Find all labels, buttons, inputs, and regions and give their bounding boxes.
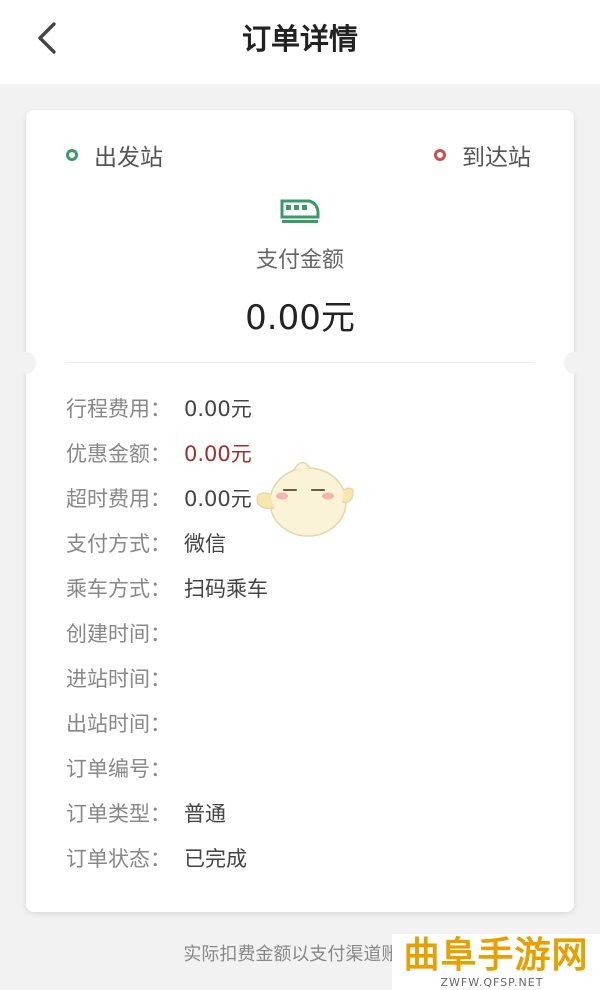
detail-row-payment-method: 支付方式： 微信: [66, 526, 226, 560]
trip-fee-value: 0.00元: [184, 397, 252, 421]
departure-station: 出发站: [66, 140, 163, 171]
train-icon: [280, 199, 320, 223]
discount-label: 优惠金额：: [66, 442, 171, 466]
detail-row-order-type: 订单类型： 普通: [66, 796, 226, 830]
payment-amount-value: 0.00元: [245, 298, 355, 338]
discount-value: 0.00元: [184, 442, 252, 466]
payment-method-value: 微信: [184, 532, 226, 556]
payment-amount-label: 支付金额: [255, 248, 344, 273]
departure-station-label: 出发站: [94, 145, 163, 171]
watermark-sub-text: ZWFW.QFSP.NET: [440, 976, 544, 989]
order-type-label: 订单类型：: [66, 802, 171, 826]
created-time-label: 创建时间：: [66, 622, 171, 646]
detail-row-entry-time: 进站时间：: [66, 661, 184, 695]
payment-method-label: 支付方式：: [66, 532, 171, 556]
detail-row-created-time: 创建时间：: [66, 616, 184, 650]
card-divider: [66, 362, 534, 363]
mascot-sticker-icon: [256, 461, 354, 537]
watermark-logo: 曲阜手游网 ZWFW.QFSP.NET: [392, 934, 600, 990]
order-status-value: 已完成: [184, 847, 247, 871]
watermark-main-text: 曲阜手游网: [403, 934, 589, 976]
departure-dot-icon: [66, 149, 78, 161]
detail-row-ride-method: 乘车方式： 扫码乘车: [66, 571, 268, 605]
order-type-value: 普通: [184, 802, 226, 826]
detail-row-trip-fee: 行程费用： 0.00元: [66, 391, 252, 425]
detail-row-exit-time: 出站时间：: [66, 706, 184, 740]
detail-row-discount: 优惠金额： 0.00元: [66, 436, 252, 470]
exit-time-label: 出站时间：: [66, 712, 171, 736]
top-bar: 订单详情: [0, 0, 600, 84]
page-title: 订单详情: [241, 22, 358, 56]
ticket-notch-right: [564, 352, 584, 374]
overtime-fee-value: 0.00元: [184, 487, 252, 511]
detail-row-overtime-fee: 超时费用： 0.00元: [66, 481, 252, 515]
ticket-notch-left: [16, 352, 36, 374]
detail-row-order-status: 订单状态： 已完成: [66, 841, 247, 875]
trip-fee-label: 行程费用：: [66, 397, 171, 421]
ride-method-value: 扫码乘车: [184, 577, 268, 601]
entry-time-label: 进站时间：: [66, 667, 171, 691]
order-status-label: 订单状态：: [66, 847, 171, 871]
detail-row-order-number: 订单编号：: [66, 751, 184, 785]
ride-method-label: 乘车方式：: [66, 577, 171, 601]
arrival-station-label: 到达站: [462, 145, 531, 171]
order-number-label: 订单编号：: [66, 757, 171, 781]
arrival-dot-icon: [434, 149, 446, 161]
arrival-station: 到达站: [434, 140, 531, 171]
overtime-fee-label: 超时费用：: [66, 487, 171, 511]
